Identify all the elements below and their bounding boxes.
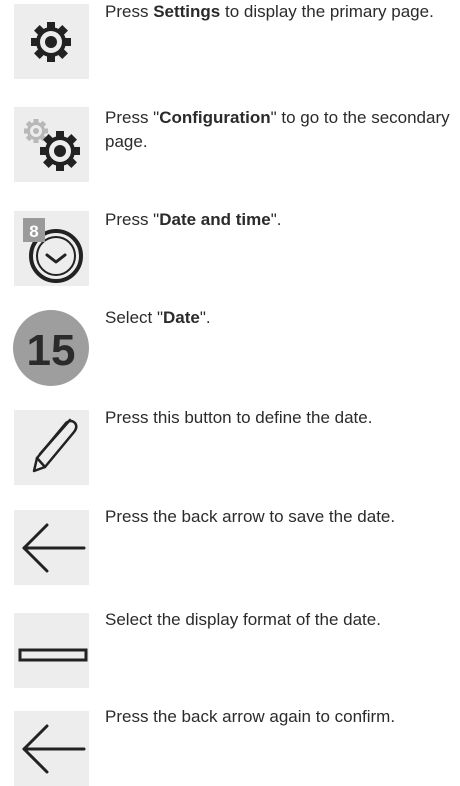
step-instruction: Press the back arrow to save the date. [105,507,396,526]
clock-icon: 8 [14,211,89,286]
pencil-icon [14,410,89,485]
step-instruction: Press the back arrow again to confirm. [105,707,396,726]
step-instruction: Press Settings to display the primary pa… [105,2,434,21]
double-gear-icon [14,107,89,182]
back-arrow-icon [14,510,89,585]
date-number-icon: 15 [11,308,89,386]
back-arrow-icon [14,711,89,786]
step-instruction: Press "Configuration" to go to the secon… [105,108,450,151]
step-instruction: Press this button to define the date. [105,408,373,427]
display-format-icon [14,613,89,688]
clock-badge-number: 8 [29,222,38,241]
step-instruction: Press "Date and time". [105,210,282,229]
gear-icon [14,4,89,79]
step-instruction: Select "Date". [105,308,211,327]
date-number: 15 [27,326,76,375]
step-instruction: Select the display format of the date. [105,610,381,629]
